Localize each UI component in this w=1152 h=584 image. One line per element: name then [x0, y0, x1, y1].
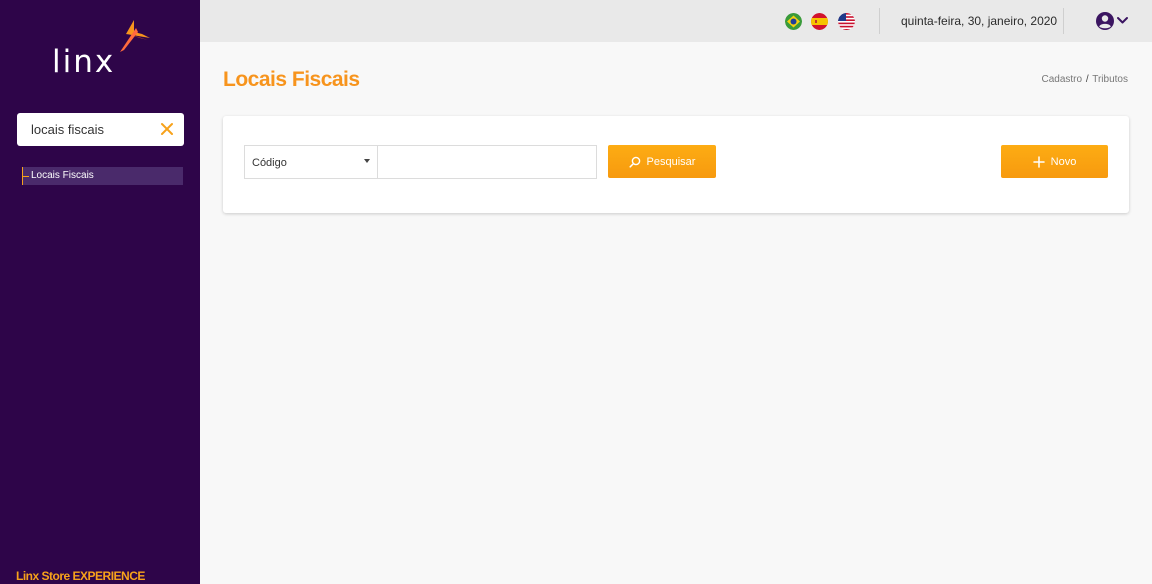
breadcrumb-parent[interactable]: Cadastro: [1041, 74, 1082, 85]
search-icon: [628, 156, 640, 168]
search-button[interactable]: Pesquisar: [608, 145, 716, 178]
sidebar: linx Locais Fiscais Linx Store EXPERIENC…: [0, 0, 200, 584]
linx-logo[interactable]: linx: [48, 18, 158, 80]
sidebar-item-locais-fiscais[interactable]: Locais Fiscais: [22, 167, 183, 185]
search-button-label: Pesquisar: [646, 155, 696, 168]
filter-card: Código Pesquisar Novo: [223, 116, 1129, 213]
flag-spain-icon[interactable]: [811, 13, 828, 30]
linx-x-mark-icon: [120, 20, 150, 52]
topbar-divider: [879, 8, 880, 34]
sidebar-search-input[interactable]: [17, 113, 157, 146]
new-button[interactable]: Novo: [1001, 145, 1108, 178]
topbar-divider: [1063, 8, 1064, 34]
filter-search-input[interactable]: [377, 145, 597, 179]
breadcrumb: Cadastro / Tributos: [1041, 74, 1128, 85]
plus-icon: [1032, 155, 1045, 168]
flag-brazil-icon[interactable]: [785, 13, 802, 30]
filter-field-select[interactable]: Código: [244, 145, 378, 179]
logo-text: linx: [52, 44, 116, 80]
tree-branch-line: [23, 176, 29, 177]
filter-field-value: Código: [252, 157, 287, 169]
product-name: Linx Store EXPERIENCE: [16, 569, 145, 583]
flag-usa-icon[interactable]: [838, 13, 855, 30]
sidebar-item-label: Locais Fiscais: [31, 170, 94, 181]
breadcrumb-separator: /: [1085, 74, 1089, 85]
page-title: Locais Fiscais: [223, 68, 360, 91]
new-button-label: Novo: [1050, 155, 1077, 168]
topbar: quinta-feira, 30, janeiro, 2020: [200, 0, 1152, 42]
breadcrumb-current: Tributos: [1092, 74, 1128, 85]
current-date: quinta-feira, 30, janeiro, 2020: [901, 14, 1058, 28]
user-account-icon[interactable]: [1095, 11, 1131, 31]
sidebar-search: [17, 113, 184, 146]
caret-down-icon: [364, 159, 370, 163]
clear-search-icon[interactable]: [159, 121, 175, 137]
